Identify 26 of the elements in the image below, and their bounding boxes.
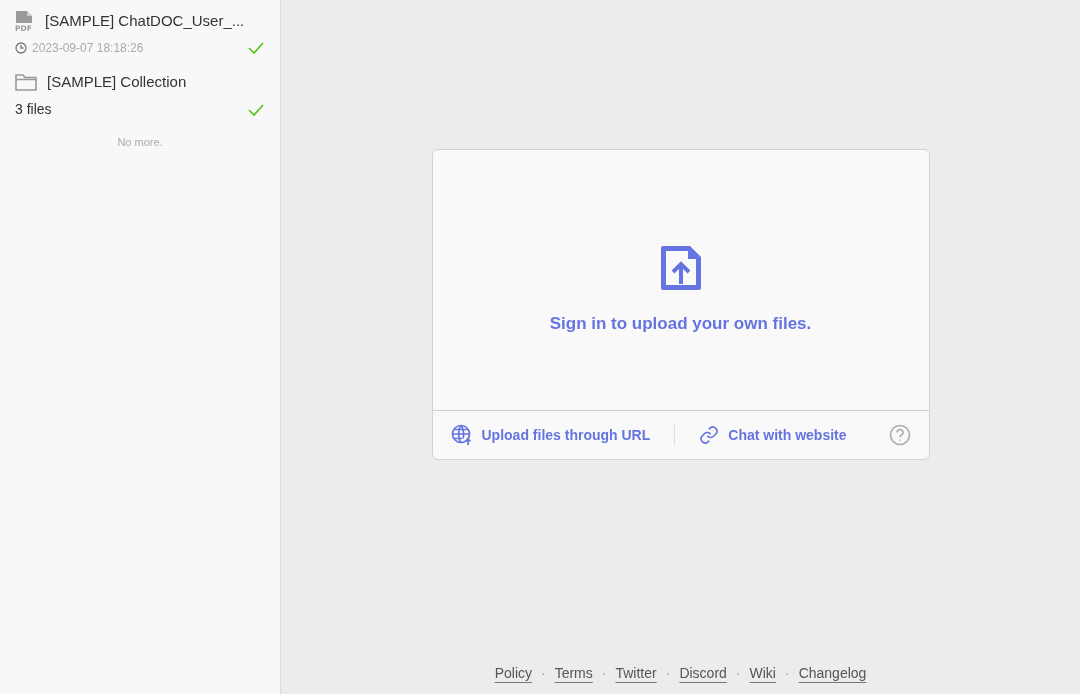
item-subtitle: 3 files bbox=[15, 100, 52, 119]
link-icon bbox=[699, 425, 720, 445]
footer-link[interactable]: Changelog bbox=[798, 663, 867, 684]
chat-website-link[interactable]: Chat with website bbox=[728, 424, 847, 446]
separator-dot: · bbox=[665, 664, 671, 683]
footer-link[interactable]: Terms bbox=[554, 663, 593, 684]
end-of-list-note: No more. bbox=[117, 135, 163, 150]
folder-icon bbox=[15, 72, 37, 91]
footer-link[interactable]: Discord bbox=[679, 663, 727, 684]
sign-in-message[interactable]: Sign in to upload your own files. bbox=[549, 311, 812, 337]
item-title[interactable]: [SAMPLE] Collection bbox=[47, 70, 187, 93]
footer-link[interactable]: Twitter bbox=[615, 663, 657, 684]
footer-link[interactable]: Policy bbox=[494, 663, 532, 684]
checkmark-icon bbox=[247, 102, 265, 117]
checkmark-icon bbox=[247, 40, 265, 55]
item-subtitle: 2023-09-07 18:18:26 bbox=[32, 39, 144, 57]
globe-upload-icon bbox=[450, 424, 473, 446]
help-icon[interactable] bbox=[888, 424, 911, 446]
clock-icon bbox=[15, 41, 27, 54]
separator-dot: · bbox=[541, 664, 546, 683]
footer-link[interactable]: Wiki bbox=[749, 663, 776, 684]
separator-dot: · bbox=[601, 664, 607, 683]
separator-dot: · bbox=[784, 664, 790, 683]
separator-dot: · bbox=[735, 664, 741, 683]
upload-url-link[interactable]: Upload files through URL bbox=[481, 424, 651, 446]
item-title[interactable]: [SAMPLE] ChatDOC_User_... bbox=[45, 10, 245, 33]
